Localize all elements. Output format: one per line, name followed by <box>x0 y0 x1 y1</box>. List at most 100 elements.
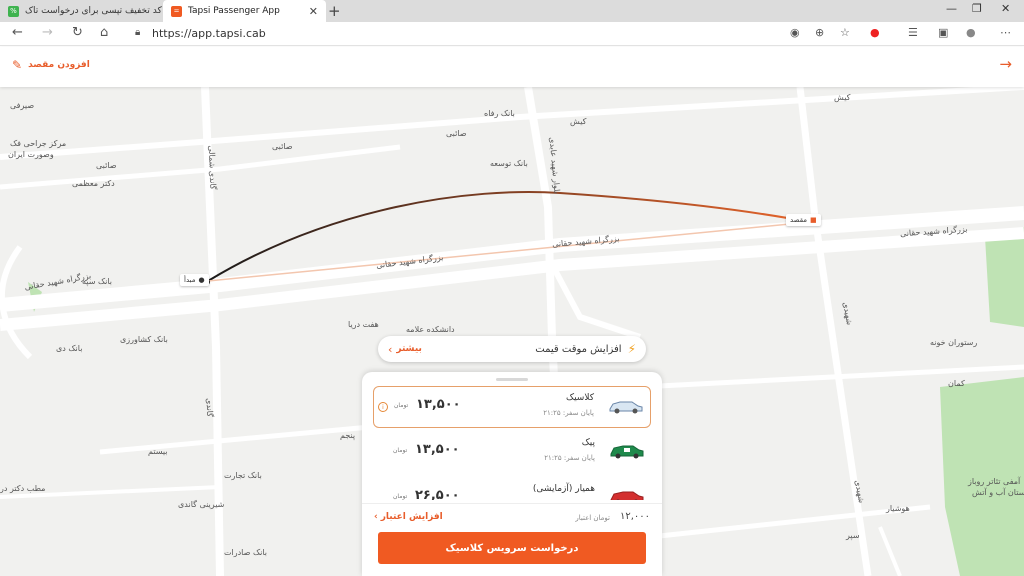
map-label: کیش <box>834 93 851 102</box>
map-label: صائبی <box>96 161 117 170</box>
ride-price: ۱۳,۵۰۰ <box>415 442 460 457</box>
road <box>0 87 1024 160</box>
back-icon[interactable]: ← <box>12 25 23 40</box>
forward-icon[interactable]: → <box>42 25 53 40</box>
map-label: بانک توسعه <box>490 159 528 168</box>
ride-list: کلاسیک پایان سفر: ۲۱:۲۵ ۱۳,۵۰۰ تومان i پ… <box>362 386 662 500</box>
map-label: بانک دی <box>56 344 83 353</box>
ride-price-unit: تومان <box>394 402 409 409</box>
favorite-star-icon[interactable]: ☆ <box>840 26 850 39</box>
map-label: سپر <box>846 531 860 540</box>
add-destination-button[interactable]: ✎ افزودن مقصد <box>12 58 90 72</box>
ride-price: ۱۳,۵۰۰ <box>416 397 461 412</box>
origin-pin-label: مبدأ <box>184 276 196 284</box>
tab-discount[interactable]: % کد تخفیف تپسی برای درخواست تاک... ✕ <box>0 0 162 22</box>
profile-avatar-icon[interactable]: ● <box>966 26 976 39</box>
favorites-list-icon[interactable]: ☰ <box>908 26 918 39</box>
map-label: کمان <box>948 379 965 388</box>
map-label: بانک تجارت <box>224 471 262 480</box>
map-label: صائبی <box>446 129 467 138</box>
map-label: آمفی تئاتر روباز <box>968 477 1021 486</box>
map-label: گاندی شمالی <box>206 145 218 190</box>
map-label: کیش <box>570 117 587 126</box>
ride-option-hamyar[interactable]: همیار (آزمایشی) ۲۶,۵۰۰ تومان <box>373 478 651 500</box>
ride-options-sheet: کلاسیک پایان سفر: ۲۱:۲۵ ۱۳,۵۰۰ تومان i پ… <box>362 372 662 576</box>
destination-marker-icon: ■ <box>810 216 817 224</box>
new-tab-icon[interactable]: + <box>328 2 341 20</box>
map-label: بیستم <box>148 447 168 456</box>
map-label: بانک رفاه <box>484 109 515 118</box>
map-label: صیرفی <box>10 101 35 110</box>
chevron-left-icon: ‹ <box>388 342 393 356</box>
ride-name: کلاسیک <box>566 393 594 403</box>
chevron-left-icon: ‹ <box>374 512 378 522</box>
tab-title: Tapsi Passenger App <box>188 6 280 16</box>
reload-icon[interactable]: ↻ <box>72 25 83 40</box>
url-field[interactable]: https://app.tapsi.cab <box>152 27 266 40</box>
map-label: شیرینی گاندی <box>178 500 225 509</box>
credit-row: ‹ افزایش اعتبار تومان اعتبار ۱۲,۰۰۰ <box>362 503 662 529</box>
map-label: وصورت ایران <box>8 150 54 159</box>
ride-eta: پایان سفر: ۲۱:۲۵ <box>543 409 594 417</box>
collections-icon[interactable]: ▣ <box>938 26 948 39</box>
origin-marker-icon: ● <box>198 276 205 284</box>
maximize-icon[interactable]: ❐ <box>972 2 982 15</box>
map-label: پنجم <box>340 431 356 440</box>
credit-label: تومان اعتبار <box>575 514 610 522</box>
pencil-icon: ✎ <box>12 58 23 72</box>
ride-option-peyk[interactable]: پیک پایان سفر: ۲۱:۲۵ ۱۳,۵۰۰ تومان <box>373 432 651 474</box>
ride-name: پیک <box>581 438 595 448</box>
ride-price-unit: تومان <box>393 493 408 500</box>
map-label: مرکز جراحی فک <box>10 139 67 148</box>
app-header: ✎ افزودن مقصد → <box>0 47 1024 87</box>
destination-pin-label: مقصد <box>790 216 808 224</box>
surge-text: افزایش موقت قیمت <box>535 343 622 355</box>
tab-title: کد تخفیف تپسی برای درخواست تاک... <box>25 6 162 16</box>
ride-eta: پایان سفر: ۲۱:۲۵ <box>544 454 595 462</box>
credit-value: ۱۲,۰۰۰ <box>619 511 650 522</box>
road <box>878 526 902 576</box>
peyk-car-icon <box>610 445 644 459</box>
map-label: دانشکده علامه <box>406 325 455 334</box>
map-label: گاندی <box>204 397 215 418</box>
lock-icon[interactable]: 🔒︎ <box>135 27 140 38</box>
increase-credit-label: افزایش اعتبار <box>380 512 443 522</box>
tab-tapsi[interactable]: = Tapsi Passenger App ✕ <box>163 0 326 22</box>
tracking-icon[interactable]: ◉ <box>790 26 800 39</box>
map-label: هوشیار <box>886 504 910 513</box>
close-tab-icon[interactable]: ✕ <box>309 5 318 18</box>
zoom-icon[interactable]: ⊕ <box>815 26 824 39</box>
ride-price: ۲۶,۵۰۰ <box>415 488 460 500</box>
increase-credit-link[interactable]: ‹ افزایش اعتبار <box>374 512 443 522</box>
add-destination-label: افزودن مقصد <box>28 60 90 70</box>
highway-road <box>0 206 1024 312</box>
classic-car-icon <box>609 401 643 414</box>
map-label: صائبی <box>272 142 293 151</box>
map-label: بانک کشاورزی <box>120 335 168 344</box>
hamyar-car-icon <box>610 491 644 500</box>
sheet-handle[interactable] <box>496 378 528 381</box>
minimize-icon[interactable]: — <box>946 2 957 15</box>
home-icon[interactable]: ⌂ <box>100 25 108 40</box>
ride-name: همیار (آزمایشی) <box>532 484 595 494</box>
lightning-icon: ⚡︎ <box>627 342 636 356</box>
ride-option-classic[interactable]: کلاسیک پایان سفر: ۲۱:۲۵ ۱۳,۵۰۰ تومان i <box>373 386 651 428</box>
map-label: بوستان آب و آتش <box>972 488 1024 497</box>
destination-pin[interactable]: مقصد ■ <box>786 214 821 226</box>
more-menu-icon[interactable]: ⋯ <box>1000 26 1011 39</box>
tapsi-favicon-icon: = <box>171 5 182 17</box>
map-label: بانک سپه <box>82 277 112 286</box>
surge-more-link[interactable]: بیشتر <box>396 344 421 354</box>
request-service-button[interactable]: درخواست سرویس کلاسیک <box>378 532 646 564</box>
info-icon[interactable]: i <box>378 402 388 412</box>
address-bar: ← → ↻ ⌂ 🔒︎ https://app.tapsi.cab ◉ ⊕ ☆ ●… <box>0 22 1024 46</box>
map-label: دکتر معظمی <box>72 179 115 188</box>
surge-banner[interactable]: ‹ بیشتر افزایش موقت قیمت ⚡︎ <box>378 336 646 362</box>
map-label: رستوران خونه <box>930 338 978 347</box>
opera-extension-icon[interactable]: ● <box>870 26 880 39</box>
browser-titlebar: % کد تخفیف تپسی برای درخواست تاک... ✕ = … <box>0 0 1024 22</box>
back-arrow-icon[interactable]: → <box>999 55 1012 73</box>
close-window-icon[interactable]: ✕ <box>1001 2 1010 15</box>
site-favicon-icon: % <box>8 5 19 17</box>
origin-pin[interactable]: مبدأ ● <box>180 274 209 286</box>
